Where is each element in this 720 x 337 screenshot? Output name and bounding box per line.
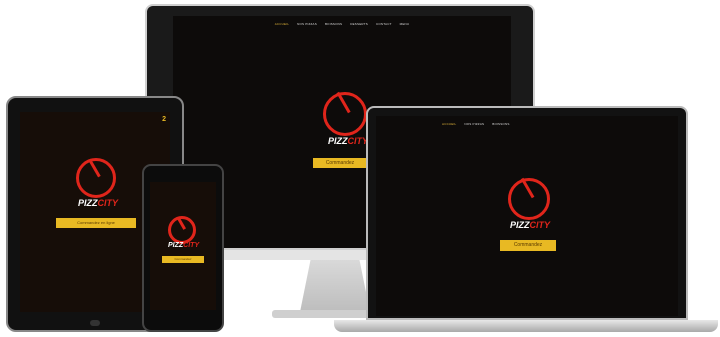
nav-item-contact[interactable]: CONTACT bbox=[376, 22, 392, 26]
nav-item-pizzas[interactable]: NOS PIZZAS bbox=[464, 122, 484, 126]
monitor-navbar: ACCUEIL NOS PIZZAS BOISSONS DESSERTS CON… bbox=[173, 16, 511, 26]
laptop-screen: ACCUEIL NOS PIZZAS BOISSONS PIZZCITY Com… bbox=[376, 116, 678, 316]
nav-item-desserts[interactable]: DESSERTS bbox=[350, 22, 368, 26]
laptop-base bbox=[334, 320, 718, 332]
order-button[interactable]: Commandez bbox=[500, 240, 556, 251]
logo-icon bbox=[168, 216, 196, 244]
nav-item-pizzas[interactable]: NOS PIZZAS bbox=[297, 22, 317, 26]
tablet-menu-icon[interactable]: 2 bbox=[162, 116, 166, 123]
logo-icon bbox=[323, 92, 367, 136]
nav-item-home[interactable]: ACCUEIL bbox=[275, 22, 289, 26]
nav-item-home[interactable]: ACCUEIL bbox=[442, 122, 456, 126]
tablet-home-button[interactable] bbox=[90, 320, 100, 326]
nav-item-drinks[interactable]: BOISSONS bbox=[492, 122, 509, 126]
laptop-device: ACCUEIL NOS PIZZAS BOISSONS PIZZCITY Com… bbox=[366, 106, 688, 320]
nav-item-menu[interactable]: MENU bbox=[400, 22, 410, 26]
order-button[interactable]: Commandez bbox=[313, 158, 367, 168]
monitor-stand bbox=[300, 260, 370, 312]
order-button[interactable]: Commandez bbox=[162, 256, 204, 263]
nav-item-drinks[interactable]: BOISSONS bbox=[325, 22, 342, 26]
site-logo[interactable]: PIZZCITY bbox=[78, 198, 118, 208]
site-logo[interactable]: PIZZCITY bbox=[168, 242, 199, 249]
site-logo[interactable]: PIZZCITY bbox=[328, 136, 368, 146]
logo-icon bbox=[508, 178, 550, 220]
order-button[interactable]: Commandez en ligne bbox=[56, 218, 136, 228]
phone-device: PIZZCITY Commandez bbox=[142, 164, 224, 332]
laptop-navbar: ACCUEIL NOS PIZZAS BOISSONS bbox=[376, 116, 678, 126]
phone-screen: PIZZCITY Commandez bbox=[150, 182, 216, 310]
site-logo[interactable]: PIZZCITY bbox=[510, 220, 550, 230]
logo-icon bbox=[76, 158, 116, 198]
